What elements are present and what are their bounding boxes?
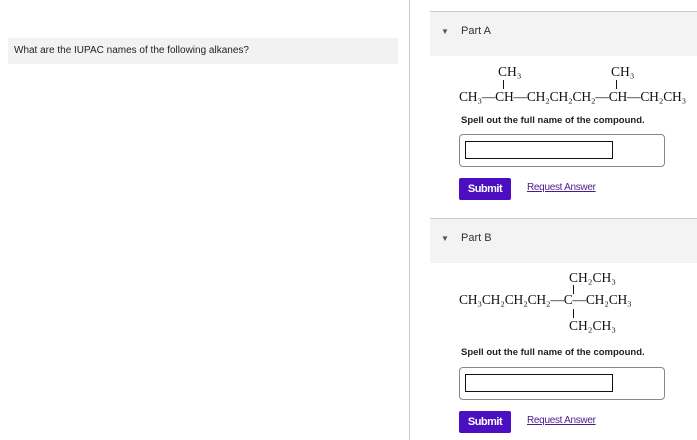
collapse-triangle-icon[interactable]: ▼ (441, 234, 449, 243)
ethyl-branch-bottom: CH₂CH₃ (569, 318, 616, 333)
part-a-label: Part A (461, 25, 491, 37)
bond-line (573, 309, 574, 318)
part-b-submit-button[interactable]: Submit (459, 411, 511, 433)
part-a-prompt: Spell out the full name of the compound. (461, 115, 645, 126)
bond-line (616, 80, 617, 89)
ethyl-branch-top: CH₂CH₃ (569, 270, 616, 285)
methyl-branch-1: CH₃ (498, 64, 522, 79)
part-a-header[interactable]: ▼ Part A (430, 11, 697, 56)
part-b-label: Part B (461, 232, 492, 244)
part-b-request-answer-link[interactable]: Request Answer (527, 415, 596, 426)
collapse-triangle-icon[interactable]: ▼ (441, 27, 449, 36)
part-a-request-answer-link[interactable]: Request Answer (527, 182, 596, 193)
part-a-answer-input[interactable] (465, 141, 613, 159)
part-b-answer-input[interactable] (465, 374, 613, 392)
part-b-header[interactable]: ▼ Part B (430, 218, 697, 263)
part-b-answer-box (459, 367, 665, 400)
part-a-answer-box (459, 134, 665, 167)
part-b-prompt: Spell out the full name of the compound. (461, 347, 645, 358)
panel-divider (409, 0, 410, 440)
part-a-formula: CH₃—CH—CH₂CH₂CH₂—CH—CH₂CH₃ (459, 89, 687, 104)
part-b-formula: CH₃CH₂CH₂CH₂—C—CH₂CH₃ (459, 292, 632, 307)
question-text: What are the IUPAC names of the followin… (8, 38, 398, 64)
bond-line (503, 80, 504, 89)
methyl-branch-2: CH₃ (611, 64, 635, 79)
part-a-submit-button[interactable]: Submit (459, 178, 511, 200)
